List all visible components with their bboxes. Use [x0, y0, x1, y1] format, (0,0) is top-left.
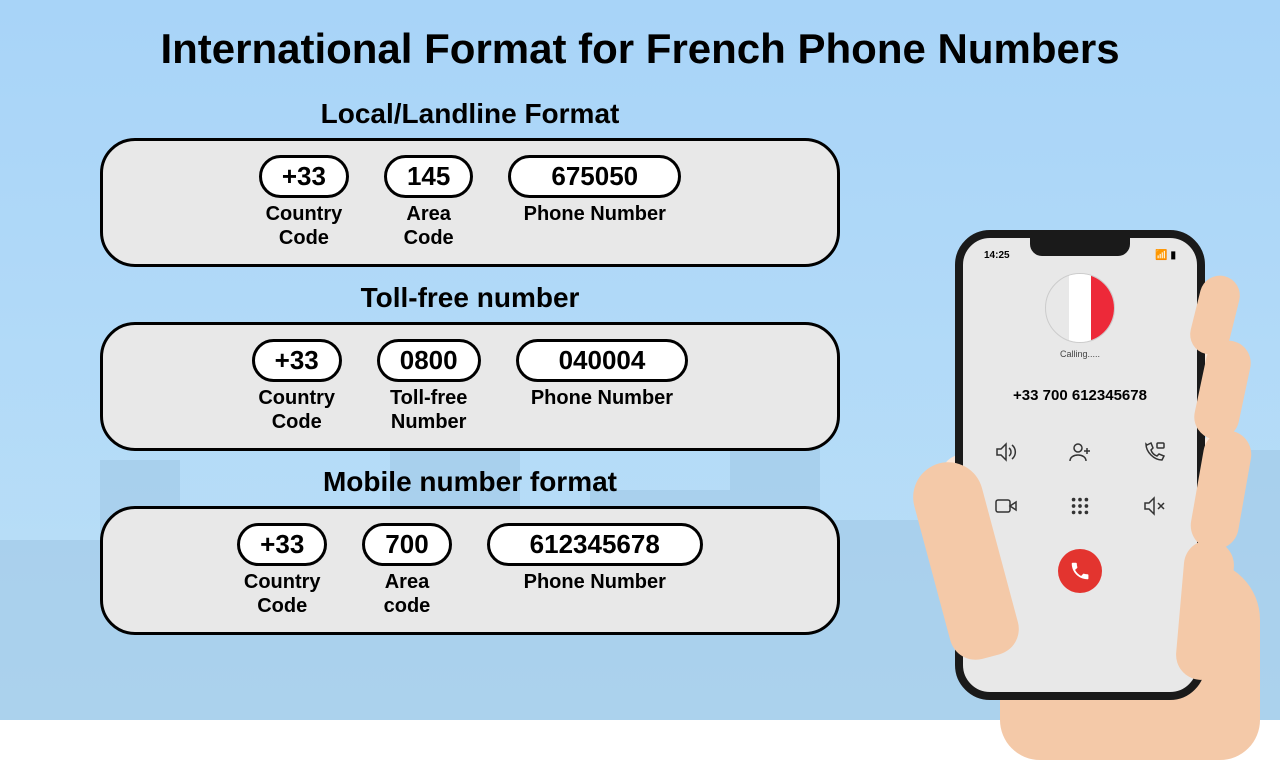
france-flag-icon — [1045, 273, 1115, 343]
format-card: +33 CountryCode 0800 Toll-freeNumber 040… — [100, 322, 840, 451]
video-icon[interactable] — [990, 493, 1022, 519]
value-pill: 040004 — [516, 339, 689, 382]
section-tollfree: Toll-free number +33 CountryCode 0800 To… — [100, 282, 840, 451]
speaker-icon[interactable] — [990, 439, 1022, 465]
section-header: Toll-free number — [100, 282, 840, 314]
part-phone-number: 675050 Phone Number — [508, 155, 681, 226]
part-label: Phone Number — [531, 386, 673, 410]
phone-status-icons: 📶 ▮ — [1155, 250, 1176, 261]
part-country-code: +33 CountryCode — [259, 155, 349, 250]
part-tollfree-prefix: 0800 Toll-freeNumber — [377, 339, 481, 434]
hangup-button[interactable] — [1058, 549, 1102, 593]
value-pill: 145 — [384, 155, 473, 198]
part-label: CountryCode — [244, 570, 321, 618]
section-header: Local/Landline Format — [100, 98, 840, 130]
value-pill: 675050 — [508, 155, 681, 198]
part-label: Areacode — [384, 570, 431, 618]
battery-icon: ▮ — [1170, 250, 1176, 261]
section-landline: Local/Landline Format +33 CountryCode 14… — [100, 98, 840, 267]
phone-illustration: 14:25 📶 ▮ Calling..... +33 700 612345678 — [840, 220, 1280, 720]
part-phone-number: 612345678 Phone Number — [487, 523, 703, 594]
page-title: International Format for French Phone Nu… — [40, 25, 1240, 73]
part-label: Toll-freeNumber — [390, 386, 467, 434]
section-mobile: Mobile number format +33 CountryCode 700… — [100, 466, 840, 635]
part-label: Phone Number — [524, 202, 666, 226]
format-card: +33 CountryCode 145 AreaCode 675050 Phon… — [100, 138, 840, 267]
dialed-number: +33 700 612345678 — [1013, 387, 1147, 404]
value-pill: 700 — [362, 523, 451, 566]
part-label: Phone Number — [524, 570, 666, 594]
add-contact-icon[interactable] — [1064, 439, 1096, 465]
phone-notch — [1030, 238, 1130, 256]
signal-icon: 📶 — [1155, 250, 1167, 261]
format-card: +33 CountryCode 700 Areacode 612345678 P… — [100, 506, 840, 635]
keypad-icon[interactable] — [1064, 493, 1096, 519]
call-status: Calling..... — [1060, 349, 1100, 359]
part-phone-number: 040004 Phone Number — [516, 339, 689, 410]
part-label: AreaCode — [404, 202, 454, 250]
value-pill: 612345678 — [487, 523, 703, 566]
section-header: Mobile number format — [100, 466, 840, 498]
mute-icon[interactable] — [1138, 493, 1170, 519]
part-country-code: +33 CountryCode — [237, 523, 327, 618]
part-label: CountryCode — [266, 202, 343, 250]
value-pill: +33 — [259, 155, 349, 198]
part-country-code: +33 CountryCode — [252, 339, 342, 434]
part-area-code: 700 Areacode — [362, 523, 451, 618]
call-controls — [990, 439, 1170, 519]
phone-time: 14:25 — [984, 250, 1010, 261]
value-pill: +33 — [252, 339, 342, 382]
value-pill: 0800 — [377, 339, 481, 382]
part-area-code: 145 AreaCode — [384, 155, 473, 250]
part-label: CountryCode — [258, 386, 335, 434]
value-pill: +33 — [237, 523, 327, 566]
hold-icon[interactable] — [1138, 439, 1170, 465]
